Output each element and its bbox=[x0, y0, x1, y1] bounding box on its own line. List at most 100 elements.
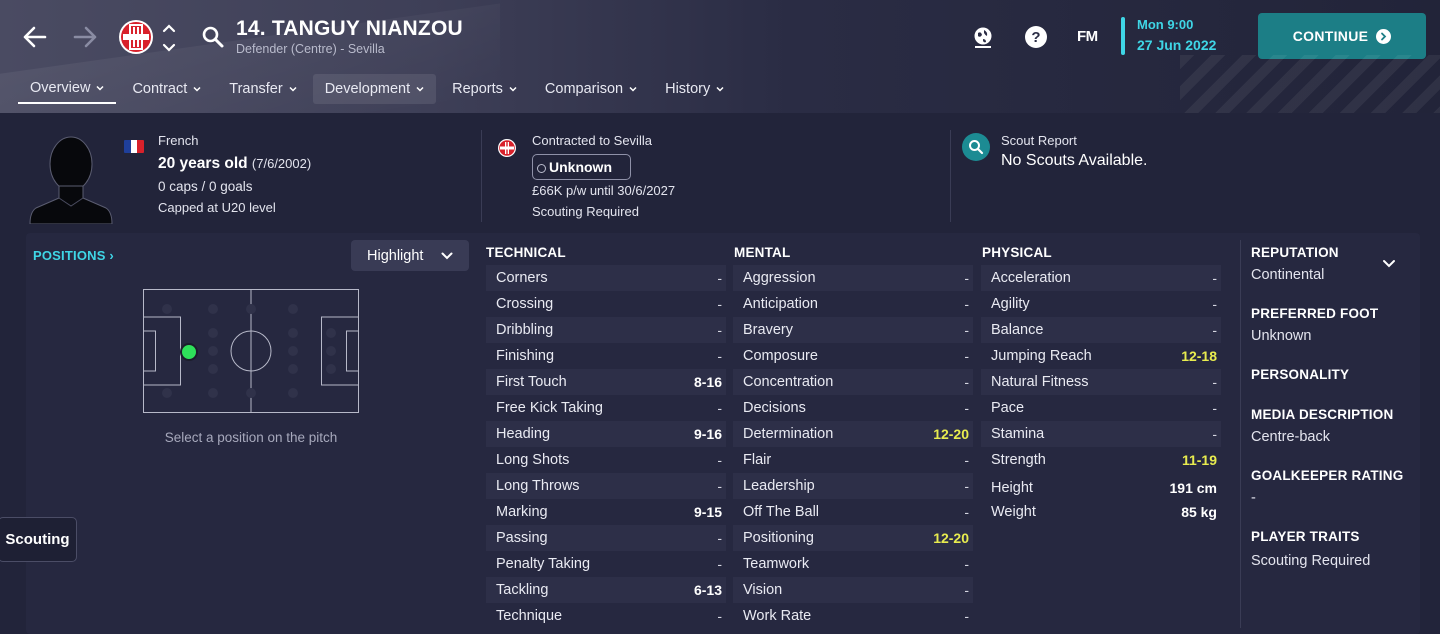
attribute-row[interactable]: Balance - bbox=[981, 317, 1221, 343]
help-icon[interactable]: ? bbox=[1023, 24, 1049, 50]
tab-development[interactable]: Development bbox=[312, 74, 437, 104]
attribute-value: 12-18 bbox=[1181, 348, 1217, 364]
attribute-row[interactable]: Heading 9-16 bbox=[486, 421, 726, 447]
pitch-diagram[interactable] bbox=[143, 289, 359, 413]
attribute-row[interactable]: Passing - bbox=[486, 525, 726, 551]
chevron-down-icon[interactable] bbox=[1382, 258, 1396, 270]
attribute-row[interactable]: Flair - bbox=[733, 447, 973, 473]
attribute-value: - bbox=[717, 478, 722, 494]
tab-comparison[interactable]: Comparison bbox=[533, 74, 649, 104]
attribute-row[interactable]: Acceleration - bbox=[981, 265, 1221, 291]
transfer-status-pill: Unknown bbox=[532, 154, 631, 180]
up-down-chevron-icon[interactable] bbox=[161, 21, 177, 55]
france-flag-icon bbox=[124, 140, 144, 153]
attribute-row[interactable]: Corners - bbox=[486, 265, 726, 291]
attribute-row[interactable]: Long Throws - bbox=[486, 473, 726, 499]
scout-search-icon[interactable] bbox=[962, 133, 990, 161]
game-date: 27 Jun 2022 bbox=[1137, 37, 1217, 53]
player-position-club[interactable]: Defender (Centre) - Sevilla bbox=[236, 42, 385, 56]
tab-overview[interactable]: Overview bbox=[18, 74, 117, 104]
attribute-row[interactable]: Determination 12-20 bbox=[733, 421, 973, 447]
position-marker[interactable] bbox=[180, 343, 198, 361]
attribute-value: 6-13 bbox=[693, 582, 722, 598]
attribute-row[interactable]: Bravery - bbox=[733, 317, 973, 343]
attribute-row[interactable]: First Touch 8-16 bbox=[486, 369, 726, 395]
attribute-value: - bbox=[1212, 374, 1217, 390]
scout-report-value: No Scouts Available. bbox=[1001, 152, 1148, 169]
scouting-side-tab[interactable]: Scouting bbox=[0, 517, 77, 562]
attribute-value: 9-15 bbox=[693, 504, 722, 520]
continue-button[interactable]: CONTINUE bbox=[1258, 13, 1426, 59]
globe-icon[interactable] bbox=[970, 24, 996, 50]
attribute-row[interactable]: Stamina - bbox=[981, 421, 1221, 447]
highlight-dropdown[interactable]: Highlight bbox=[351, 240, 469, 271]
search-icon[interactable] bbox=[201, 25, 225, 49]
svg-text:?: ? bbox=[1031, 29, 1040, 46]
attribute-value: - bbox=[964, 556, 969, 572]
attribute-row[interactable]: Crossing - bbox=[486, 291, 726, 317]
attribute-row[interactable]: Penalty Taking - bbox=[486, 551, 726, 577]
attribute-value: - bbox=[1212, 296, 1217, 312]
attribute-value: - bbox=[1212, 322, 1217, 338]
attribute-value: - bbox=[717, 400, 722, 416]
attribute-row[interactable]: Long Shots - bbox=[486, 447, 726, 473]
nationality[interactable]: French bbox=[158, 133, 198, 148]
attribute-value: - bbox=[964, 582, 969, 598]
contract-club[interactable]: Contracted to Sevilla bbox=[532, 133, 652, 148]
attribute-row[interactable]: Free Kick Taking - bbox=[486, 395, 726, 421]
tab-label: History bbox=[665, 81, 711, 97]
forward-arrow-icon[interactable] bbox=[70, 22, 100, 52]
tab-contract[interactable]: Contract bbox=[120, 74, 213, 104]
weight-value: 85 kg bbox=[1181, 504, 1217, 520]
attribute-row[interactable]: Off The Ball - bbox=[733, 499, 973, 525]
attribute-row[interactable]: Finishing - bbox=[486, 343, 726, 369]
attribute-row[interactable]: Decisions - bbox=[733, 395, 973, 421]
attribute-name: Composure bbox=[743, 348, 818, 364]
back-arrow-icon[interactable] bbox=[20, 22, 50, 52]
attribute-value: - bbox=[1212, 270, 1217, 286]
attribute-name: Positioning bbox=[743, 530, 814, 546]
scouting-required: Scouting Required bbox=[532, 204, 639, 219]
attribute-row[interactable]: Technique - bbox=[486, 603, 726, 629]
attribute-row[interactable]: Leadership - bbox=[733, 473, 973, 499]
attribute-value: 12-20 bbox=[933, 426, 969, 442]
attribute-name: Penalty Taking bbox=[496, 556, 591, 572]
attribute-row[interactable]: Positioning 12-20 bbox=[733, 525, 973, 551]
tab-reports[interactable]: Reports bbox=[440, 74, 529, 104]
attribute-name: Balance bbox=[991, 322, 1044, 338]
attribute-value: - bbox=[717, 322, 722, 338]
attribute-row[interactable]: Vision - bbox=[733, 577, 973, 603]
tab-label: Transfer bbox=[229, 81, 283, 97]
attribute-row[interactable]: Concentration - bbox=[733, 369, 973, 395]
attribute-row[interactable]: Work Rate - bbox=[733, 603, 973, 629]
chevron-down-icon bbox=[509, 86, 517, 92]
attribute-row[interactable]: Anticipation - bbox=[733, 291, 973, 317]
attribute-row[interactable]: Composure - bbox=[733, 343, 973, 369]
goalkeeper-rating-value: - bbox=[1251, 490, 1256, 506]
continue-label: CONTINUE bbox=[1292, 28, 1369, 44]
player-avatar bbox=[26, 132, 116, 225]
player-traits-title: PLAYER TRAITS bbox=[1251, 529, 1360, 544]
attribute-name: Pace bbox=[991, 400, 1025, 416]
attribute-row[interactable]: Pace - bbox=[981, 395, 1221, 421]
tab-label: Reports bbox=[452, 81, 503, 97]
attribute-row[interactable]: Aggression - bbox=[733, 265, 973, 291]
date-of-birth: (7/6/2002) bbox=[251, 156, 312, 171]
tab-history[interactable]: History bbox=[653, 74, 736, 104]
attribute-row[interactable]: Strength 11-19 bbox=[981, 447, 1221, 473]
attribute-row[interactable]: Agility - bbox=[981, 291, 1221, 317]
attribute-value: - bbox=[1212, 426, 1217, 442]
capped-level: Capped at U20 level bbox=[158, 200, 276, 215]
club-crest-icon[interactable] bbox=[118, 17, 154, 57]
attribute-row[interactable]: Natural Fitness - bbox=[981, 369, 1221, 395]
tab-transfer[interactable]: Transfer bbox=[217, 74, 308, 104]
positions-link[interactable]: POSITIONS › bbox=[33, 248, 114, 263]
attribute-row[interactable]: Teamwork - bbox=[733, 551, 973, 577]
divider bbox=[1240, 240, 1241, 628]
attribute-row[interactable]: Marking 9-15 bbox=[486, 499, 726, 525]
attribute-row[interactable]: Tackling 6-13 bbox=[486, 577, 726, 603]
international-caps: 0 caps / 0 goals bbox=[158, 179, 253, 194]
fm-logo[interactable]: FM bbox=[1077, 28, 1098, 45]
attribute-row[interactable]: Jumping Reach 12-18 bbox=[981, 343, 1221, 369]
attribute-row[interactable]: Dribbling - bbox=[486, 317, 726, 343]
